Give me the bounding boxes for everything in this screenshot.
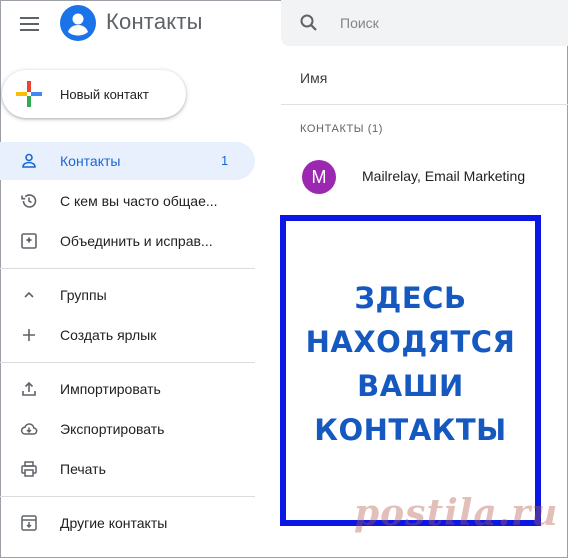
annotation-box: ЗДЕСЬ НАХОДЯТСЯ ВАШИ КОНТАКТЫ: [280, 215, 541, 526]
contacts-section-label: КОНТАКТЫ (1): [300, 123, 384, 135]
list-item[interactable]: M Mailrelay, Email Marketing: [281, 155, 568, 199]
sidebar-item-create-label[interactable]: Создать ярлык: [0, 316, 255, 354]
cloud-download-icon: [20, 423, 38, 435]
history-icon: [21, 194, 37, 208]
hamburger-menu-icon: [20, 17, 39, 19]
sidebar-item-label: С кем вы часто общае...: [60, 193, 218, 209]
sidebar-item-label: Группы: [60, 287, 107, 303]
header-divider: [281, 104, 568, 105]
sidebar-item-frequent[interactable]: С кем вы часто общае...: [0, 182, 255, 220]
sidebar-divider: [0, 496, 255, 497]
sidebar-item-label: Печать: [60, 461, 106, 477]
sidebar-item-label: Импортировать: [60, 381, 161, 397]
new-contact-label: Новый контакт: [60, 87, 149, 102]
chevron-up-icon: [24, 291, 34, 298]
avatar: M: [302, 160, 336, 194]
app-title: Контакты: [106, 9, 203, 34]
sidebar-item-groups[interactable]: Группы: [0, 276, 255, 314]
contact-name: Mailrelay, Email Marketing: [362, 168, 526, 184]
annotation-line: ЗДЕСЬ: [354, 281, 467, 315]
watermark: postila.ru: [354, 492, 559, 534]
sidebar-item-import[interactable]: Импортировать: [0, 370, 255, 408]
sidebar-item-merge[interactable]: Объединить и исправ...: [0, 222, 255, 260]
annotation-line: НАХОДЯТСЯ: [305, 325, 516, 359]
printer-icon: [21, 461, 37, 477]
sidebar-item-contacts[interactable]: Контакты 1: [0, 142, 255, 180]
upload-icon: [22, 381, 36, 396]
sidebar-item-label: Экспортировать: [60, 421, 165, 437]
sidebar-item-print[interactable]: Печать: [0, 450, 255, 488]
plus-colored-icon: [16, 81, 42, 107]
plus-icon: [23, 329, 35, 341]
sidebar-item-label: Создать ярлык: [60, 327, 157, 343]
sidebar-item-other-contacts[interactable]: Другие контакты: [0, 504, 255, 542]
merge-icon: [21, 233, 37, 249]
archive-icon: [21, 515, 37, 531]
sidebar-item-label: Объединить и исправ...: [60, 233, 213, 249]
new-contact-button[interactable]: Новый контакт: [2, 70, 186, 118]
person-icon: [22, 153, 36, 168]
sidebar-divider: [0, 268, 255, 269]
sidebar-item-label: Контакты: [60, 153, 121, 169]
search-icon: [300, 14, 317, 31]
annotation-line: КОНТАКТЫ: [314, 413, 507, 447]
annotation-line: ВАШИ: [357, 369, 464, 403]
contacts-logo-icon: [60, 5, 96, 41]
search-input[interactable]: Поиск: [340, 15, 379, 31]
search-bar[interactable]: Поиск: [281, 0, 568, 46]
name-column-header[interactable]: Имя: [300, 70, 327, 86]
main-menu-button[interactable]: [16, 10, 44, 38]
sidebar-item-export[interactable]: Экспортировать: [0, 410, 255, 448]
sidebar-item-label: Другие контакты: [60, 515, 168, 531]
sidebar-divider: [0, 362, 255, 363]
contacts-count-badge: 1: [221, 153, 229, 168]
